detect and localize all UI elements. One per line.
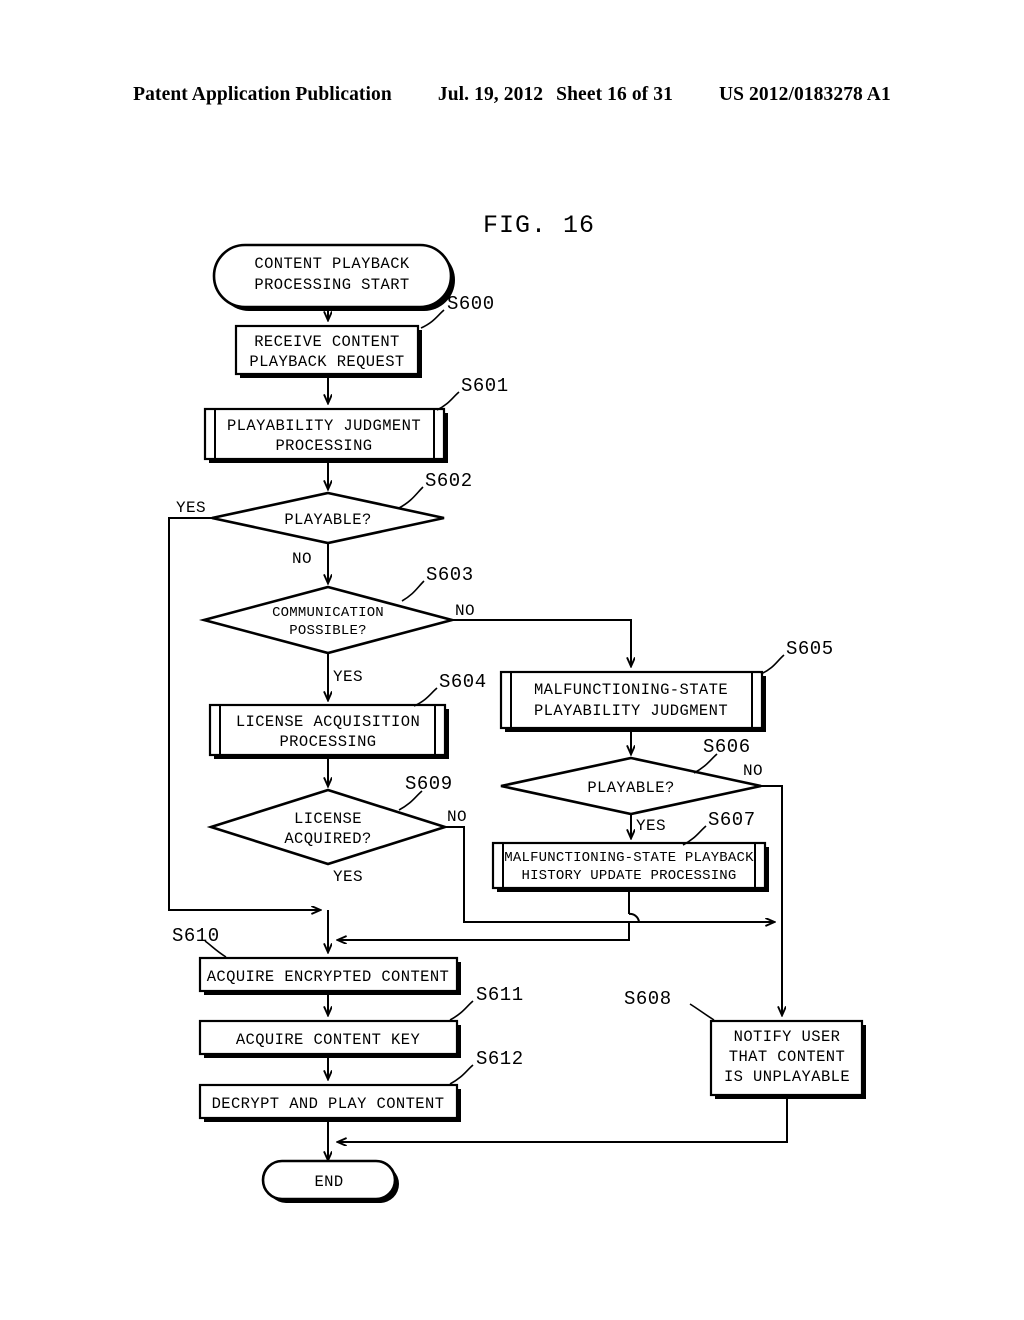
- branch-label-s602-no: NO: [292, 550, 312, 568]
- step-label-s604: S604: [439, 671, 487, 693]
- leader-s600: [420, 309, 445, 329]
- leader-s605: [760, 654, 785, 675]
- node-s603-line1: COMMUNICATION: [272, 605, 384, 621]
- step-label-s603: S603: [426, 564, 474, 586]
- step-label-s600: S600: [447, 293, 495, 315]
- node-s612: DECRYPT AND PLAY CONTENT: [198, 1083, 461, 1122]
- figure-16-flowchart: FIG. 16 CONTENT PLAYBACK PROCESSING STAR…: [0, 0, 1024, 1320]
- node-s600-line2: PLAYBACK REQUEST: [249, 353, 404, 371]
- leader-s604: [413, 687, 438, 707]
- node-s610-line1: ACQUIRE ENCRYPTED CONTENT: [207, 968, 450, 986]
- node-s600-line1: RECEIVE CONTENT: [254, 333, 400, 351]
- leader-s612: [449, 1064, 474, 1085]
- leader-s611: [449, 1000, 474, 1021]
- node-s609: LICENSE ACQUIRED?: [206, 788, 450, 866]
- node-s605: MALFUNCTIONING-STATE PLAYABILITY JUDGMEN…: [499, 670, 766, 732]
- leader-s608: [689, 1003, 715, 1021]
- node-start-line1: CONTENT PLAYBACK: [254, 255, 410, 273]
- node-s601-line2: PROCESSING: [275, 437, 372, 455]
- leader-s602: [398, 486, 424, 509]
- node-s608-line3: IS UNPLAYABLE: [724, 1068, 850, 1086]
- step-label-s607: S607: [708, 809, 756, 831]
- step-label-s610: S610: [172, 925, 220, 947]
- node-s603-line2: POSSIBLE?: [289, 623, 366, 639]
- step-label-s601: S601: [461, 375, 509, 397]
- branch-label-s602-yes: YES: [176, 499, 206, 517]
- node-end-line1: END: [314, 1173, 343, 1191]
- node-s608-line1: NOTIFY USER: [734, 1028, 841, 1046]
- node-s605-line1: MALFUNCTIONING-STATE: [534, 681, 728, 699]
- edge-s603-no-to-s605: [452, 619, 631, 666]
- step-label-s608: S608: [624, 988, 672, 1010]
- node-s605-line2: PLAYABILITY JUDGMENT: [534, 702, 728, 720]
- node-end: END: [261, 1159, 399, 1203]
- node-s607-line2: HISTORY UPDATE PROCESSING: [521, 868, 736, 884]
- branch-label-s603-yes: YES: [333, 668, 363, 686]
- node-s610: ACQUIRE ENCRYPTED CONTENT: [198, 956, 461, 995]
- step-label-s612: S612: [476, 1048, 524, 1070]
- node-s609-line1: LICENSE: [294, 810, 362, 828]
- branch-label-s606-no: NO: [743, 762, 763, 780]
- branch-label-s603-no: NO: [455, 602, 475, 620]
- node-s611-line1: ACQUIRE CONTENT KEY: [236, 1031, 421, 1049]
- leader-s603: [401, 580, 425, 602]
- node-s612-line1: DECRYPT AND PLAY CONTENT: [212, 1095, 445, 1113]
- edge-s606-no-to-s608: [761, 785, 782, 1015]
- branch-label-s609-no: NO: [447, 808, 467, 826]
- node-s611: ACQUIRE CONTENT KEY: [198, 1019, 461, 1058]
- node-start: CONTENT PLAYBACK PROCESSING START: [212, 243, 455, 311]
- node-s601-line1: PLAYABILITY JUDGMENT: [227, 417, 421, 435]
- step-label-s605: S605: [786, 638, 834, 660]
- patent-page: Patent Application Publication Jul. 19, …: [0, 0, 1024, 1320]
- node-s604: LICENSE ACQUISITION PROCESSING: [208, 703, 449, 759]
- node-s600: RECEIVE CONTENT PLAYBACK REQUEST: [234, 324, 422, 378]
- step-label-s606: S606: [703, 736, 751, 758]
- node-s606: PLAYABLE?: [500, 756, 762, 816]
- step-label-s611: S611: [476, 984, 524, 1006]
- node-s603: COMMUNICATION POSSIBLE?: [198, 585, 458, 655]
- branch-label-s609-yes: YES: [333, 868, 363, 886]
- node-s609-line2: ACQUIRED?: [284, 830, 371, 848]
- node-s602-line1: PLAYABLE?: [284, 511, 371, 529]
- edge-s607-line-hop: [628, 912, 640, 923]
- edge-s607-out-seg2: [338, 930, 630, 940]
- leader-s601: [436, 391, 460, 411]
- step-label-s602: S602: [425, 470, 473, 492]
- node-s608: NOTIFY USER THAT CONTENT IS UNPLAYABLE: [709, 1019, 866, 1099]
- node-s604-line2: PROCESSING: [279, 733, 376, 751]
- node-start-line2: PROCESSING START: [254, 276, 409, 294]
- node-s606-line1: PLAYABLE?: [587, 779, 674, 797]
- branch-label-s606-yes: YES: [636, 817, 666, 835]
- node-s607-line1: MALFUNCTIONING-STATE PLAYBACK: [504, 850, 754, 866]
- node-s608-line2: THAT CONTENT: [729, 1048, 845, 1066]
- step-label-s609: S609: [405, 773, 453, 795]
- node-s601: PLAYABILITY JUDGMENT PROCESSING: [203, 407, 448, 463]
- node-s604-line1: LICENSE ACQUISITION: [236, 713, 420, 731]
- node-s607: MALFUNCTIONING-STATE PLAYBACK HISTORY UP…: [491, 841, 769, 892]
- figure-title: FIG. 16: [483, 211, 595, 240]
